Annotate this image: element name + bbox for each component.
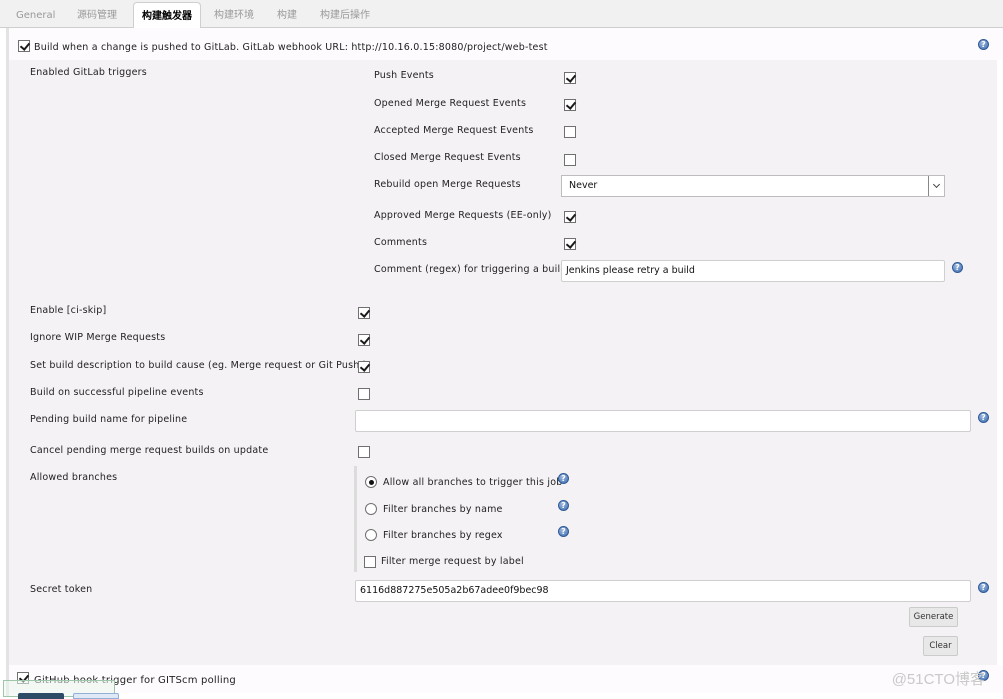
build-on-pipeline-checkbox[interactable] [358, 388, 370, 400]
accepted-mr-events-label: Accepted Merge Request Events [374, 125, 534, 136]
tab-build[interactable]: 构建 [269, 5, 305, 27]
tab-bar: General 源码管理 构建触发器 构建环境 构建 构建后操作 [0, 0, 1003, 29]
watermark: @51CTO博客 [891, 671, 985, 688]
comment-regex-label: Comment (regex) for triggering a build [374, 264, 567, 275]
approved-mr-checkbox[interactable] [564, 211, 576, 223]
cancel-pending-checkbox[interactable] [358, 446, 370, 458]
set-build-description-label: Set build description to build cause (eg… [30, 360, 367, 371]
tab-general[interactable]: General [8, 5, 63, 27]
help-icon[interactable]: ? [558, 473, 569, 484]
allow-all-branches-label: Allow all branches to trigger this job [383, 477, 563, 488]
chevron-down-icon[interactable] [928, 176, 944, 196]
help-icon[interactable]: ? [952, 262, 963, 273]
opened-mr-events-checkbox[interactable] [564, 99, 576, 111]
ignore-wip-label: Ignore WIP Merge Requests [30, 332, 166, 343]
help-icon[interactable]: ? [558, 500, 569, 511]
enable-ci-skip-checkbox[interactable] [358, 307, 370, 319]
rebuild-open-mr-select[interactable]: Never [561, 175, 945, 197]
enable-ci-skip-label: Enable [ci-skip] [30, 305, 107, 316]
help-icon[interactable]: ? [978, 582, 989, 593]
push-events-label: Push Events [374, 70, 434, 81]
tab-post-build-actions[interactable]: 构建后操作 [312, 5, 378, 27]
clear-button[interactable]: Clear [923, 636, 958, 656]
ignore-wip-checkbox[interactable] [358, 334, 370, 346]
help-icon[interactable]: ? [978, 412, 989, 423]
allowed-branches-label: Allowed branches [30, 472, 118, 483]
gitlab-trigger-label: Build when a change is pushed to GitLab.… [34, 42, 548, 53]
help-icon[interactable]: ? [978, 39, 989, 50]
allow-all-branches-radio[interactable] [365, 476, 377, 488]
cancel-pending-label: Cancel pending merge request builds on u… [30, 445, 269, 456]
filter-by-label-checkbox[interactable] [364, 556, 376, 568]
filter-by-name-radio[interactable] [365, 503, 377, 515]
closed-mr-events-label: Closed Merge Request Events [374, 152, 521, 163]
closed-mr-events-checkbox[interactable] [564, 154, 576, 166]
push-events-checkbox[interactable] [564, 72, 576, 84]
set-build-description-checkbox[interactable] [358, 361, 370, 373]
comments-label: Comments [374, 237, 428, 248]
secret-token-input[interactable]: 6116d887275e505a2b67adee0f9bec98 [355, 580, 971, 602]
save-button[interactable] [18, 693, 64, 699]
filter-by-regex-label: Filter branches by regex [383, 530, 503, 541]
secret-token-label: Secret token [30, 584, 93, 595]
generate-button[interactable]: Generate [909, 607, 958, 627]
comments-checkbox[interactable] [564, 238, 576, 250]
filter-by-label-label: Filter merge request by label [381, 556, 524, 567]
tab-build-triggers[interactable]: 构建触发器 [133, 2, 201, 29]
enabled-triggers-label: Enabled GitLab triggers [30, 67, 147, 78]
tab-build-environment[interactable]: 构建环境 [206, 5, 262, 27]
tab-source-management[interactable]: 源码管理 [69, 5, 125, 27]
gitlab-trigger-checkbox[interactable] [18, 40, 30, 52]
help-icon[interactable]: ? [558, 526, 569, 537]
filter-by-name-label: Filter branches by name [383, 504, 503, 515]
approved-mr-label: Approved Merge Requests (EE-only) [374, 210, 552, 221]
pending-build-name-label: Pending build name for pipeline [30, 414, 188, 425]
opened-mr-events-label: Opened Merge Request Events [374, 98, 527, 109]
accepted-mr-events-checkbox[interactable] [564, 126, 576, 138]
comment-regex-input[interactable]: Jenkins please retry a build [561, 260, 945, 282]
build-on-pipeline-label: Build on successful pipeline events [30, 387, 204, 398]
rebuild-open-mr-value: Never [569, 180, 598, 191]
filter-by-regex-radio[interactable] [365, 529, 377, 541]
allowed-branches-rule [354, 466, 357, 572]
pending-build-name-input[interactable] [355, 410, 971, 432]
rebuild-open-mr-label: Rebuild open Merge Requests [374, 179, 521, 190]
apply-button[interactable] [73, 693, 119, 699]
